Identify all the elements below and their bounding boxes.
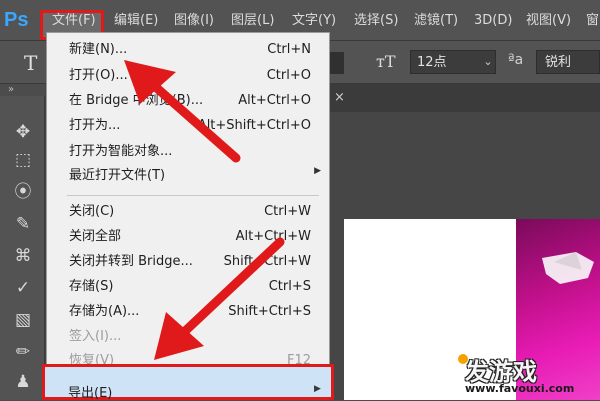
- paper-boat-image: [542, 252, 594, 284]
- menu-item-open-smart-object[interactable]: 打开为智能对象...: [69, 141, 172, 163]
- move-icon[interactable]: ✥: [10, 120, 36, 144]
- menu-filter[interactable]: 滤镜(T): [414, 11, 458, 31]
- shortcut-save-as: Shift+Ctrl+S: [228, 304, 311, 319]
- shortcut-save: Ctrl+S: [268, 279, 311, 294]
- shortcut-close-all: Alt+Ctrl+W: [235, 229, 311, 244]
- shortcut-open: Ctrl+O: [266, 68, 311, 83]
- shortcut-close-to-bridge: Shift+Ctrl+W: [223, 254, 311, 269]
- antialias-select[interactable]: 锐利: [536, 50, 600, 74]
- stamp-icon[interactable]: ♟: [10, 370, 36, 394]
- menu-item-browse-bridge[interactable]: 在 Bridge 中浏览(B)...: [69, 90, 203, 112]
- file-menu-dropdown: 新建(N)... Ctrl+N 打开(O)... Ctrl+O 在 Bridge…: [46, 32, 330, 400]
- shortcut-close: Ctrl+W: [264, 204, 311, 219]
- chevron-right-icon: ▶: [314, 166, 321, 176]
- chevron-down-icon[interactable]: ⌄: [480, 50, 496, 74]
- menu-item-recent-files[interactable]: 最近打开文件(T): [69, 165, 165, 187]
- menu-item-open-as[interactable]: 打开为...: [69, 115, 120, 137]
- marquee-icon[interactable]: ⬚: [10, 148, 36, 172]
- font-style-field[interactable]: [330, 52, 344, 74]
- eyedropper-icon[interactable]: ✓: [10, 276, 36, 300]
- tools-panel: ✥ ⬚ ⦿ ✎ ⌘ ✓ ▧ ✏ ♟: [0, 96, 45, 400]
- type-tool-icon[interactable]: T: [24, 51, 37, 75]
- healing-brush-icon[interactable]: ▧: [10, 308, 36, 332]
- menu-item-save-as[interactable]: 存储为(A)...: [69, 301, 139, 323]
- menu-item-save[interactable]: 存储(S): [69, 276, 113, 298]
- menu-item-check-in: 签入(I)...: [69, 329, 122, 344]
- chevron-right-icon: ▶: [314, 384, 321, 394]
- menu-item-close-all[interactable]: 关闭全部: [69, 226, 121, 248]
- quick-select-icon[interactable]: ✎: [10, 212, 36, 236]
- app-logo: Ps: [4, 9, 29, 31]
- menu-image[interactable]: 图像(I): [174, 11, 214, 31]
- close-icon[interactable]: ×: [334, 90, 345, 105]
- menu-item-close-to-bridge[interactable]: 关闭并转到 Bridge...: [69, 251, 193, 273]
- document-tab-strip: [330, 84, 600, 112]
- lasso-icon[interactable]: ⦿: [10, 180, 36, 204]
- menu-view[interactable]: 视图(V): [526, 11, 571, 31]
- menu-item-close[interactable]: 关闭(C): [69, 201, 114, 223]
- shortcut-browse-bridge: Alt+Ctrl+O: [238, 93, 311, 108]
- menu-type[interactable]: 文字(Y): [292, 11, 336, 31]
- menu-window[interactable]: 窗: [586, 11, 599, 31]
- watermark-url: www.favouxi.com: [465, 382, 575, 395]
- menu-edit[interactable]: 编辑(E): [114, 11, 158, 31]
- antialias-icon: ªa: [508, 52, 524, 68]
- text-size-icon: ᴛT: [376, 52, 396, 71]
- menu-item-export-label: 导出(E): [68, 386, 113, 401]
- menu-layer[interactable]: 图层(L): [231, 11, 274, 31]
- crop-icon[interactable]: ⌘: [10, 244, 36, 268]
- brush-icon[interactable]: ✏: [10, 340, 36, 364]
- menu-file[interactable]: 文件(F): [52, 11, 96, 31]
- collapse-panel-icon[interactable]: »: [8, 84, 14, 95]
- menu-item-new[interactable]: 新建(N)...: [69, 39, 127, 61]
- menu-separator: [67, 195, 319, 196]
- menu-select[interactable]: 选择(S): [354, 11, 398, 31]
- menu-3d[interactable]: 3D(D): [474, 11, 512, 31]
- shortcut-open-as: Alt+Shift+Ctrl+O: [197, 118, 311, 133]
- shortcut-new: Ctrl+N: [267, 42, 311, 57]
- menu-item-open[interactable]: 打开(O)...: [69, 65, 128, 87]
